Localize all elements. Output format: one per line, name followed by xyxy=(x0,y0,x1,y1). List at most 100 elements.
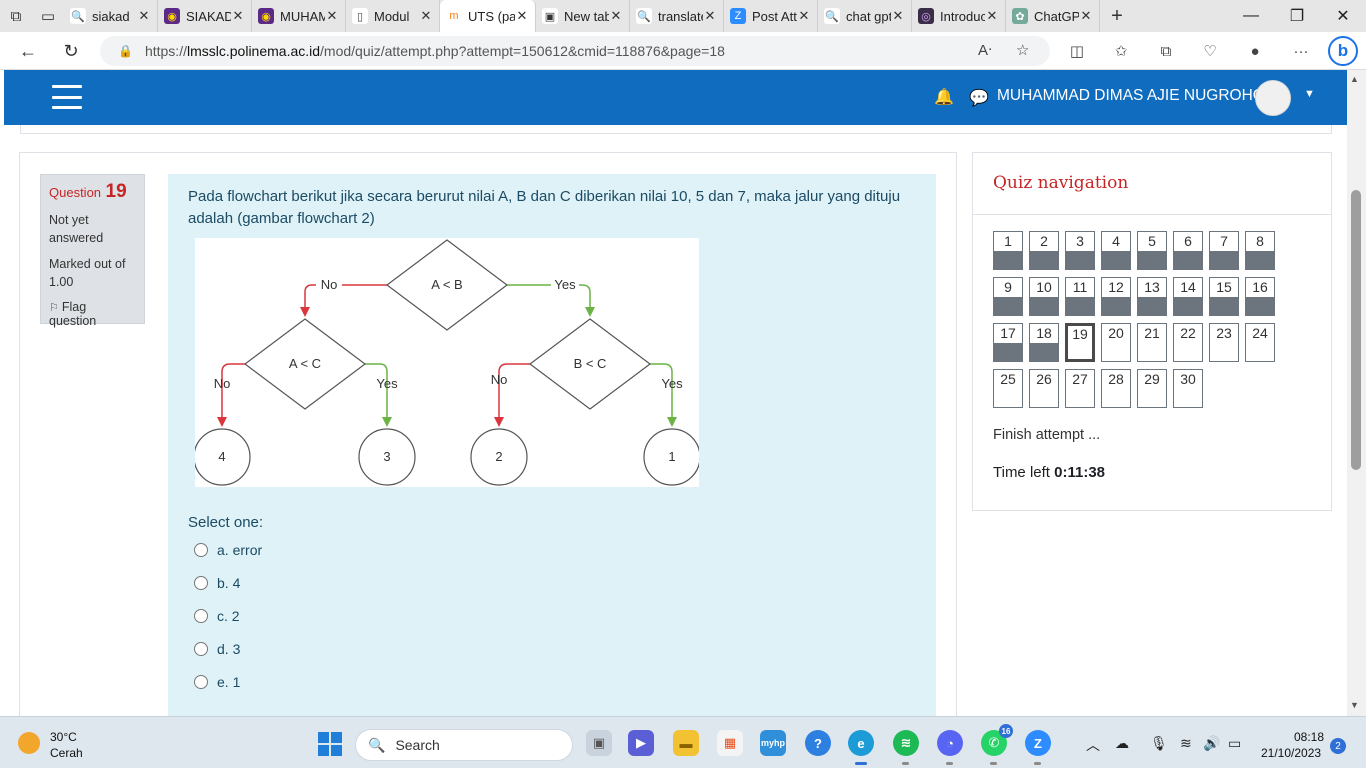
close-icon[interactable]: ✕ xyxy=(609,8,623,24)
quiz-nav-button-11[interactable]: 11 xyxy=(1065,277,1095,316)
clock-date[interactable]: 21/10/2023 xyxy=(1261,746,1321,760)
quiz-nav-button-30[interactable]: 30 xyxy=(1173,369,1203,408)
chevron-down-icon[interactable]: ▼ xyxy=(1304,88,1315,100)
quiz-nav-button-14[interactable]: 14 xyxy=(1173,277,1203,316)
close-icon[interactable]: ✕ xyxy=(137,8,151,24)
browser-tab[interactable]: 🔍 chat gpt ✕ xyxy=(818,0,912,32)
show-hidden-icons-icon[interactable]: ︿ xyxy=(1086,735,1100,755)
weather-temperature[interactable]: 30°C xyxy=(50,730,77,744)
quiz-nav-button-17[interactable]: 17 xyxy=(993,323,1023,362)
quiz-nav-button-5[interactable]: 5 xyxy=(1137,231,1167,270)
wifi-icon[interactable]: ≋ xyxy=(1180,735,1192,752)
answer-option[interactable]: b. 4 xyxy=(194,573,240,593)
quiz-nav-button-10[interactable]: 10 xyxy=(1029,277,1059,316)
profile-icon[interactable]: ● xyxy=(1242,39,1268,63)
quiz-nav-button-27[interactable]: 27 xyxy=(1065,369,1095,408)
browser-tab[interactable]: ◉ MUHAMMAD✕ xyxy=(252,0,346,32)
microsoft-store-icon[interactable]: ▦ xyxy=(717,730,743,756)
answer-option[interactable]: c. 2 xyxy=(194,606,240,626)
quiz-nav-button-24[interactable]: 24 xyxy=(1245,323,1275,362)
browser-tab[interactable]: ◎ Introduction✕ xyxy=(912,0,1006,32)
browser-tab[interactable]: ✿ ChatGPT✕ xyxy=(1006,0,1100,32)
quiz-nav-button-4[interactable]: 4 xyxy=(1101,231,1131,270)
battery-icon[interactable]: ▭ xyxy=(1228,735,1241,752)
more-menu-icon[interactable]: ··· xyxy=(1288,39,1314,63)
taskbar-search[interactable]: 🔍 Search xyxy=(355,729,573,761)
scrollbar-thumb[interactable] xyxy=(1351,190,1361,470)
quiz-nav-button-18[interactable]: 18 xyxy=(1029,323,1059,362)
answer-option[interactable]: e. 1 xyxy=(194,672,240,692)
read-aloud-icon[interactable]: Aᐧ xyxy=(978,41,992,59)
quiz-nav-button-23[interactable]: 23 xyxy=(1209,323,1239,362)
teams-chat-icon[interactable]: ▶ xyxy=(628,730,654,756)
hamburger-menu-icon[interactable] xyxy=(52,85,82,109)
close-icon[interactable]: ✕ xyxy=(1079,8,1093,24)
close-icon[interactable]: ✕ xyxy=(797,8,811,24)
weather-sun-icon[interactable] xyxy=(18,732,40,754)
close-icon[interactable]: ✕ xyxy=(419,8,433,24)
finish-attempt-link[interactable]: Finish attempt ... xyxy=(993,427,1100,443)
flag-question-link[interactable]: ⚐ Flag question xyxy=(49,300,136,328)
radio-button[interactable] xyxy=(194,642,208,656)
get-help-icon[interactable]: ? xyxy=(805,730,831,756)
quiz-nav-button-16[interactable]: 16 xyxy=(1245,277,1275,316)
radio-button[interactable] xyxy=(194,576,208,590)
onedrive-cloud-icon[interactable]: ☁ xyxy=(1115,735,1129,752)
zoom-icon[interactable]: Z xyxy=(1025,730,1051,765)
quiz-nav-button-15[interactable]: 15 xyxy=(1209,277,1239,316)
quiz-nav-button-25[interactable]: 25 xyxy=(993,369,1023,408)
windows-start-icon[interactable] xyxy=(318,732,342,756)
answer-option[interactable]: d. 3 xyxy=(194,639,240,659)
discord-icon[interactable]: ◔ xyxy=(937,730,963,765)
url-field[interactable]: 🔒 https://lmsslc.polinema.ac.id/mod/quiz… xyxy=(100,36,1050,66)
quiz-nav-button-28[interactable]: 28 xyxy=(1101,369,1131,408)
quiz-nav-button-2[interactable]: 2 xyxy=(1029,231,1059,270)
favorite-star-icon[interactable]: ☆ xyxy=(1016,41,1029,59)
close-window-button[interactable]: ✕ xyxy=(1320,0,1366,32)
quiz-nav-button-12[interactable]: 12 xyxy=(1101,277,1131,316)
quiz-nav-button-29[interactable]: 29 xyxy=(1137,369,1167,408)
notification-bell-icon[interactable]: 🔔 xyxy=(934,87,954,107)
browser-tab[interactable]: m UTS (page✕ xyxy=(440,0,536,32)
radio-button[interactable] xyxy=(194,543,208,557)
page-scrollbar[interactable]: ▲ ▼ xyxy=(1347,70,1366,716)
notification-count-badge[interactable]: 2 xyxy=(1330,738,1346,754)
browser-tab[interactable]: ◉ SIAKAD ✕ xyxy=(158,0,252,32)
close-icon[interactable]: ✕ xyxy=(703,8,717,24)
whatsapp-icon[interactable]: ✆ 16 xyxy=(981,724,1013,765)
browser-tab[interactable]: 🔍 siakad ✕ xyxy=(64,0,158,32)
new-tab-button[interactable]: + xyxy=(1100,5,1134,28)
close-icon[interactable]: ✕ xyxy=(231,8,245,24)
avatar[interactable] xyxy=(1255,80,1291,116)
scroll-up-icon[interactable]: ▲ xyxy=(1350,74,1359,84)
browser-tab[interactable]: ▣ New tab ✕ xyxy=(536,0,630,32)
scroll-down-icon[interactable]: ▼ xyxy=(1350,700,1359,710)
refresh-icon[interactable]: ↻ xyxy=(56,37,86,65)
quiz-nav-button-3[interactable]: 3 xyxy=(1065,231,1095,270)
quiz-nav-button-6[interactable]: 6 xyxy=(1173,231,1203,270)
workspaces-icon[interactable]: ⧉ xyxy=(0,0,32,32)
clock-time[interactable]: 08:18 xyxy=(1290,730,1324,744)
close-icon[interactable]: ✕ xyxy=(985,8,999,24)
volume-icon[interactable]: 🔊 xyxy=(1203,735,1220,752)
tab-actions-icon[interactable]: ▭ xyxy=(32,0,64,32)
quiz-nav-button-7[interactable]: 7 xyxy=(1209,231,1239,270)
myhp-icon[interactable]: myhp xyxy=(760,730,786,756)
messages-icon[interactable]: 💬 xyxy=(969,88,989,108)
browser-tab[interactable]: ▯ Modul ✕ xyxy=(346,0,440,32)
task-view-icon[interactable]: ▣ xyxy=(586,730,612,756)
browser-tab[interactable]: 🔍 translate ✕ xyxy=(630,0,724,32)
browser-essentials-icon[interactable]: ♡ xyxy=(1197,39,1223,63)
close-icon[interactable]: ✕ xyxy=(515,8,529,24)
radio-button[interactable] xyxy=(194,675,208,689)
quiz-nav-button-21[interactable]: 21 xyxy=(1137,323,1167,362)
quiz-nav-button-22[interactable]: 22 xyxy=(1173,323,1203,362)
close-icon[interactable]: ✕ xyxy=(891,8,905,24)
user-name[interactable]: MUHAMMAD DIMAS AJIE NUGROHO xyxy=(997,87,1265,105)
quiz-nav-button-26[interactable]: 26 xyxy=(1029,369,1059,408)
spotify-icon[interactable]: ≋ xyxy=(893,730,919,765)
microphone-icon[interactable]: 🎙 xyxy=(1150,735,1168,752)
quiz-nav-button-1[interactable]: 1 xyxy=(993,231,1023,270)
quiz-nav-button-19[interactable]: 19 xyxy=(1065,323,1095,362)
close-icon[interactable]: ✕ xyxy=(325,8,339,24)
